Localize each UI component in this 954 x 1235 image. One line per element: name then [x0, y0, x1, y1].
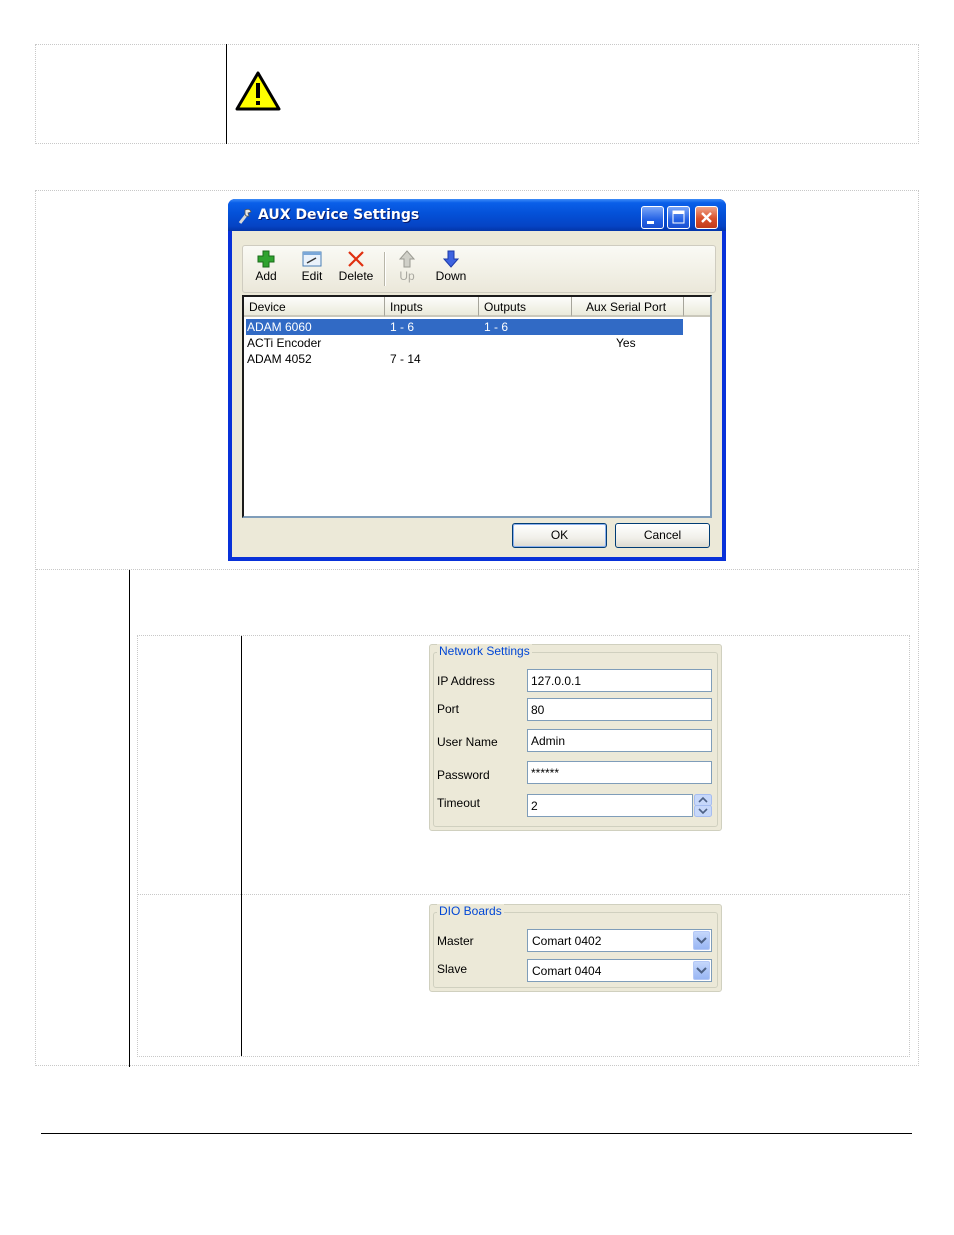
cell-device: ACTi Encoder [247, 336, 322, 350]
network-settings-group: Network Settings IP Address 127.0.0.1 Po… [429, 644, 722, 831]
master-select[interactable]: Comart 0402 [527, 929, 712, 952]
ip-address-field[interactable]: 127.0.0.1 [527, 669, 712, 692]
maximize-icon [672, 210, 685, 224]
edit-label: Edit [301, 269, 323, 283]
footer-rule [41, 1133, 912, 1134]
cell-device: ADAM 4052 [247, 352, 312, 366]
group-title: Network Settings [437, 644, 532, 658]
cell-inputs: 1 - 6 [390, 320, 415, 334]
arrow-up-icon [399, 250, 415, 268]
device-list[interactable]: Device Inputs Outputs Aux Serial Port AD… [242, 295, 712, 518]
group-title: DIO Boards [437, 904, 504, 918]
timeout-field[interactable]: 2 [527, 794, 693, 817]
timeout-label: Timeout [437, 796, 480, 810]
minimize-button[interactable] [641, 206, 664, 229]
add-label: Add [255, 269, 277, 283]
column-header-inputs[interactable]: Inputs [385, 297, 479, 317]
warning-triangle-icon [235, 71, 281, 111]
column-header-device[interactable]: Device [244, 297, 385, 317]
port-field[interactable]: 80 [527, 698, 712, 721]
close-icon [701, 212, 712, 223]
x-icon [348, 251, 364, 267]
column-divider [129, 570, 130, 1067]
minimize-icon [647, 221, 654, 224]
add-button[interactable]: Add [251, 248, 281, 292]
user-name-field[interactable]: Admin [527, 729, 712, 752]
password-field[interactable]: ****** [527, 761, 712, 784]
down-button[interactable]: Down [433, 248, 469, 292]
maximize-button[interactable] [667, 206, 690, 229]
title-bar[interactable]: AUX Device Settings [228, 199, 726, 231]
ip-address-label: IP Address [437, 674, 495, 688]
arrow-down-icon [443, 250, 459, 268]
column-header-aux-serial-port[interactable]: Aux Serial Port [572, 297, 684, 317]
nested-column-divider [241, 636, 242, 1056]
user-name-label: User Name [437, 735, 498, 749]
edit-icon [302, 251, 322, 267]
password-label: Password [437, 768, 490, 782]
toolbar-separator [384, 252, 385, 286]
table-row[interactable]: ADAM 4052 7 - 14 [246, 351, 683, 367]
dio-boards-group: DIO Boards Master Comart 0402 Slave Coma… [429, 904, 722, 992]
slave-select-value: Comart 0404 [532, 964, 602, 978]
warning-divider [226, 44, 227, 144]
column-header-filler [684, 297, 710, 317]
warning-note-box [35, 44, 919, 144]
chevron-down-icon [696, 937, 707, 944]
close-button[interactable] [695, 206, 718, 229]
ok-button[interactable]: OK [512, 523, 607, 548]
slave-label: Slave [437, 962, 468, 976]
master-label: Master [437, 934, 474, 948]
window-title: AUX Device Settings [258, 207, 420, 223]
down-label: Down [435, 269, 467, 283]
delete-button[interactable]: Delete [335, 248, 377, 292]
aux-device-settings-window: AUX Device Settings Add Edit Delete Up D… [228, 199, 726, 561]
up-label: Up [399, 269, 415, 283]
dropdown-button[interactable] [693, 931, 710, 950]
window-client-area: Add Edit Delete Up Down Device Inputs Ou… [232, 231, 722, 557]
plus-icon [257, 250, 275, 268]
spinner-icon[interactable] [694, 794, 712, 817]
slave-select[interactable]: Comart 0404 [527, 959, 712, 982]
master-select-value: Comart 0402 [532, 934, 602, 948]
delete-label: Delete [338, 269, 374, 283]
table-row-divider [36, 569, 918, 570]
cell-outputs: 1 - 6 [484, 320, 509, 334]
table-row[interactable]: ADAM 6060 1 - 6 1 - 6 [246, 319, 683, 335]
edit-button[interactable]: Edit [297, 248, 327, 292]
cancel-button[interactable]: Cancel [615, 523, 710, 548]
chevron-down-icon [696, 967, 707, 974]
table-row[interactable]: ACTi Encoder Yes [246, 335, 683, 351]
cell-aux: Yes [616, 336, 636, 350]
list-header: Device Inputs Outputs Aux Serial Port [244, 297, 710, 317]
cell-device: ADAM 6060 [247, 320, 312, 334]
nested-row-divider [138, 894, 909, 895]
up-button[interactable]: Up [394, 248, 420, 292]
port-label: Port [437, 702, 460, 716]
toolbar: Add Edit Delete Up Down [242, 245, 716, 293]
cell-inputs: 7 - 14 [390, 352, 421, 366]
dropdown-button[interactable] [693, 961, 710, 980]
tool-icon [238, 208, 252, 224]
column-header-outputs[interactable]: Outputs [479, 297, 572, 317]
